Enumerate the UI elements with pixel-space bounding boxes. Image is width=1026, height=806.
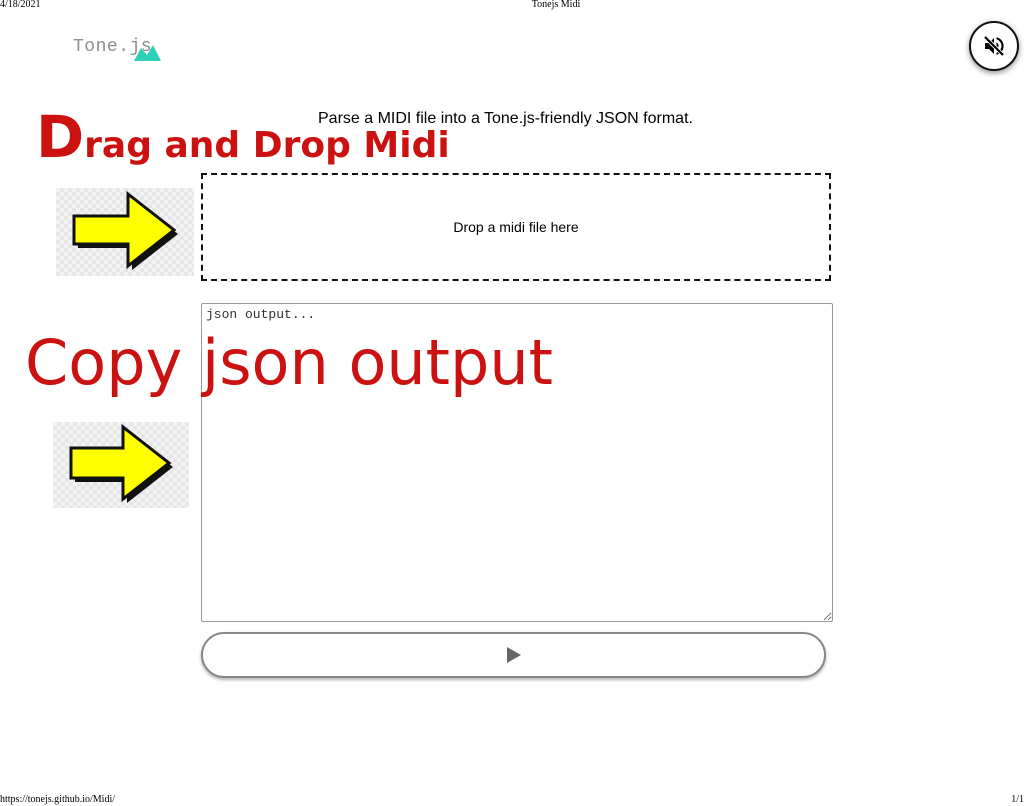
play-button[interactable]	[201, 632, 826, 678]
print-header: 4/18/2021 Tonejs Midi	[0, 0, 1026, 12]
logo-wave-icon	[134, 45, 161, 61]
print-footer: https://tonejs.github.io/Midi/ 1/1	[0, 794, 1026, 806]
tonejs-logo[interactable]: Tone.js	[73, 36, 173, 64]
drag-annotation-text: rag and Drop Midi	[84, 125, 450, 166]
play-icon	[506, 647, 521, 663]
copy-json-annotation: Copy json output	[25, 326, 553, 399]
muted-speaker-icon	[983, 35, 1005, 57]
right-arrow-icon	[69, 423, 173, 503]
drop-zone-label: Drop a midi file here	[453, 219, 579, 235]
midi-drop-zone[interactable]: Drop a midi file here	[201, 173, 831, 281]
arrow-image-output	[53, 422, 189, 508]
print-page-count: 1/1	[1011, 794, 1024, 805]
print-title: Tonejs Midi	[531, 0, 581, 10]
mute-toggle-button[interactable]	[969, 21, 1019, 71]
drag-annotation-initial: D	[36, 103, 85, 171]
print-url: https://tonejs.github.io/Midi/	[0, 794, 116, 805]
drag-and-drop-annotation: Drag and Drop Midi	[36, 108, 450, 166]
right-arrow-icon	[72, 190, 178, 270]
arrow-image-drop	[56, 188, 194, 276]
